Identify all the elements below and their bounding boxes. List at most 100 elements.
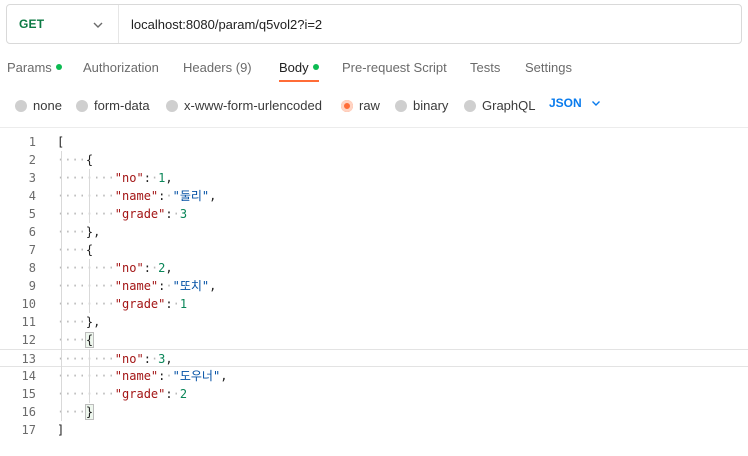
tab-label: Headers (9) — [183, 60, 252, 75]
code-line[interactable]: 13 ········"no":·3, — [0, 349, 748, 367]
json-body-editor[interactable]: 1[2 ····{3 ········"no":·1, 4 ········"name"… — [0, 133, 748, 439]
request-tabs: Params Authorization Headers (9) Body Pr… — [0, 52, 748, 84]
raw-format-select[interactable]: JSON — [549, 96, 602, 110]
code-text: ····}, — [57, 223, 100, 241]
tab-headers[interactable]: Headers (9) — [183, 60, 252, 75]
code-text: ] — [57, 421, 64, 439]
code-line[interactable]: 6 ····}, — [0, 223, 748, 241]
code-line[interactable]: 10 ········"grade":·1 — [0, 295, 748, 313]
url-input[interactable]: localhost:8080/param/q5vol2?i=2 — [119, 17, 322, 32]
whitespace-marker: ········ — [57, 171, 115, 185]
colon: : — [165, 207, 173, 221]
whitespace-marker: · — [172, 297, 180, 311]
whitespace-marker: ········ — [57, 279, 115, 293]
whitespace-marker: ········ — [57, 261, 115, 275]
code-text: ········"no":·1, — [57, 169, 173, 187]
code-line[interactable]: 4 ········"name":·"둘리", — [0, 187, 748, 205]
code-line[interactable]: 11 ····}, — [0, 313, 748, 331]
tab-body[interactable]: Body — [279, 60, 319, 75]
bracket: ] — [57, 423, 65, 437]
whitespace-marker: ········ — [57, 352, 115, 366]
whitespace-marker: ········ — [57, 297, 115, 311]
code-text: ········"name":·"둘리", — [57, 187, 216, 205]
json-value: "도우너" — [172, 369, 221, 383]
json-value: "둘리" — [172, 189, 210, 203]
bracket: { — [85, 153, 94, 167]
line-number: 12 — [21, 333, 36, 347]
whitespace-marker: · — [165, 189, 173, 203]
line-number: 1 — [28, 135, 36, 149]
code-text: ····{ — [57, 241, 93, 259]
code-text: ········"name":·"또치", — [57, 277, 216, 295]
line-number: 11 — [21, 315, 36, 329]
line-number: 15 — [21, 387, 36, 401]
code-line[interactable]: 9 ········"name":·"또치", — [0, 277, 748, 295]
radio-circle-icon — [76, 99, 88, 112]
whitespace-marker: · — [172, 387, 180, 401]
whitespace-marker: ········ — [57, 387, 115, 401]
line-number: 4 — [28, 189, 36, 203]
json-key: "name" — [114, 189, 159, 203]
line-number: 3 — [28, 171, 36, 185]
json-key: "no" — [114, 261, 144, 275]
code-line[interactable]: 16 ····} — [0, 403, 748, 421]
radio-raw[interactable]: raw — [341, 98, 380, 113]
line-number: 9 — [28, 279, 36, 293]
code-line[interactable]: 1[ — [0, 133, 748, 151]
chevron-down-icon — [591, 101, 600, 106]
chevron-down-icon[interactable] — [91, 18, 105, 32]
comma: , — [165, 352, 173, 366]
radio-graphql[interactable]: GraphQL — [464, 98, 535, 113]
method-label: GET — [19, 17, 45, 31]
code-line[interactable]: 8 ········"no":·2, — [0, 259, 748, 277]
active-tab-indicator — [279, 80, 319, 82]
radio-label: binary — [413, 98, 449, 113]
bracket: }, — [85, 225, 101, 239]
code-text: ····}, — [57, 313, 100, 331]
code-text: ····{ — [57, 331, 95, 349]
code-line[interactable]: 3 ········"no":·1, — [0, 169, 748, 187]
indent-guide — [89, 349, 91, 403]
tab-settings[interactable]: Settings — [525, 60, 572, 75]
radio-circle-icon — [15, 99, 27, 112]
radio-label: none — [33, 98, 62, 113]
code-line[interactable]: 12 ····{ — [0, 331, 748, 349]
code-line[interactable]: 15 ········"grade":·2 — [0, 385, 748, 403]
tab-pre-request-script[interactable]: Pre-request Script — [342, 60, 447, 75]
json-value: 3 — [179, 207, 188, 221]
tab-label: Body — [279, 60, 309, 75]
code-line[interactable]: 17] — [0, 421, 748, 439]
code-line[interactable]: 5 ········"grade":·3 — [0, 205, 748, 223]
radio-label: GraphQL — [482, 98, 536, 113]
code-text: ········"grade":·2 — [57, 385, 187, 403]
whitespace-marker: ········ — [57, 207, 115, 221]
line-number: 16 — [21, 405, 36, 419]
code-line[interactable]: 2 ····{ — [0, 151, 748, 169]
code-text: ········"name":·"도우너", — [57, 367, 227, 385]
radio-binary[interactable]: binary — [395, 98, 448, 113]
json-key: "no" — [114, 352, 144, 366]
comma: , — [220, 369, 228, 383]
tab-authorization[interactable]: Authorization — [83, 60, 159, 75]
whitespace-marker: · — [165, 369, 173, 383]
code-line[interactable]: 7 ····{ — [0, 241, 748, 259]
radio-x-www-form-urlencoded[interactable]: x-www-form-urlencoded — [166, 98, 322, 113]
code-text: ········"grade":·1 — [57, 295, 187, 313]
code-line[interactable]: 14 ········"name":·"도우너", — [0, 367, 748, 385]
bracket: }, — [85, 315, 101, 329]
radio-form-data[interactable]: form-data — [76, 98, 150, 113]
line-number: 8 — [28, 261, 36, 275]
json-key: "no" — [114, 171, 144, 185]
raw-format-label: JSON — [549, 96, 582, 110]
whitespace-marker: · — [172, 207, 180, 221]
tab-label: Authorization — [83, 60, 159, 75]
whitespace-marker: ········ — [57, 189, 115, 203]
code-text: ········"no":·3, — [57, 350, 173, 368]
json-key: "name" — [114, 369, 159, 383]
radio-none[interactable]: none — [15, 98, 62, 113]
radio-circle-icon — [464, 99, 476, 112]
tab-tests[interactable]: Tests — [470, 60, 500, 75]
tab-params[interactable]: Params — [7, 60, 62, 75]
colon: : — [143, 352, 151, 366]
bracket: [ — [57, 135, 65, 149]
